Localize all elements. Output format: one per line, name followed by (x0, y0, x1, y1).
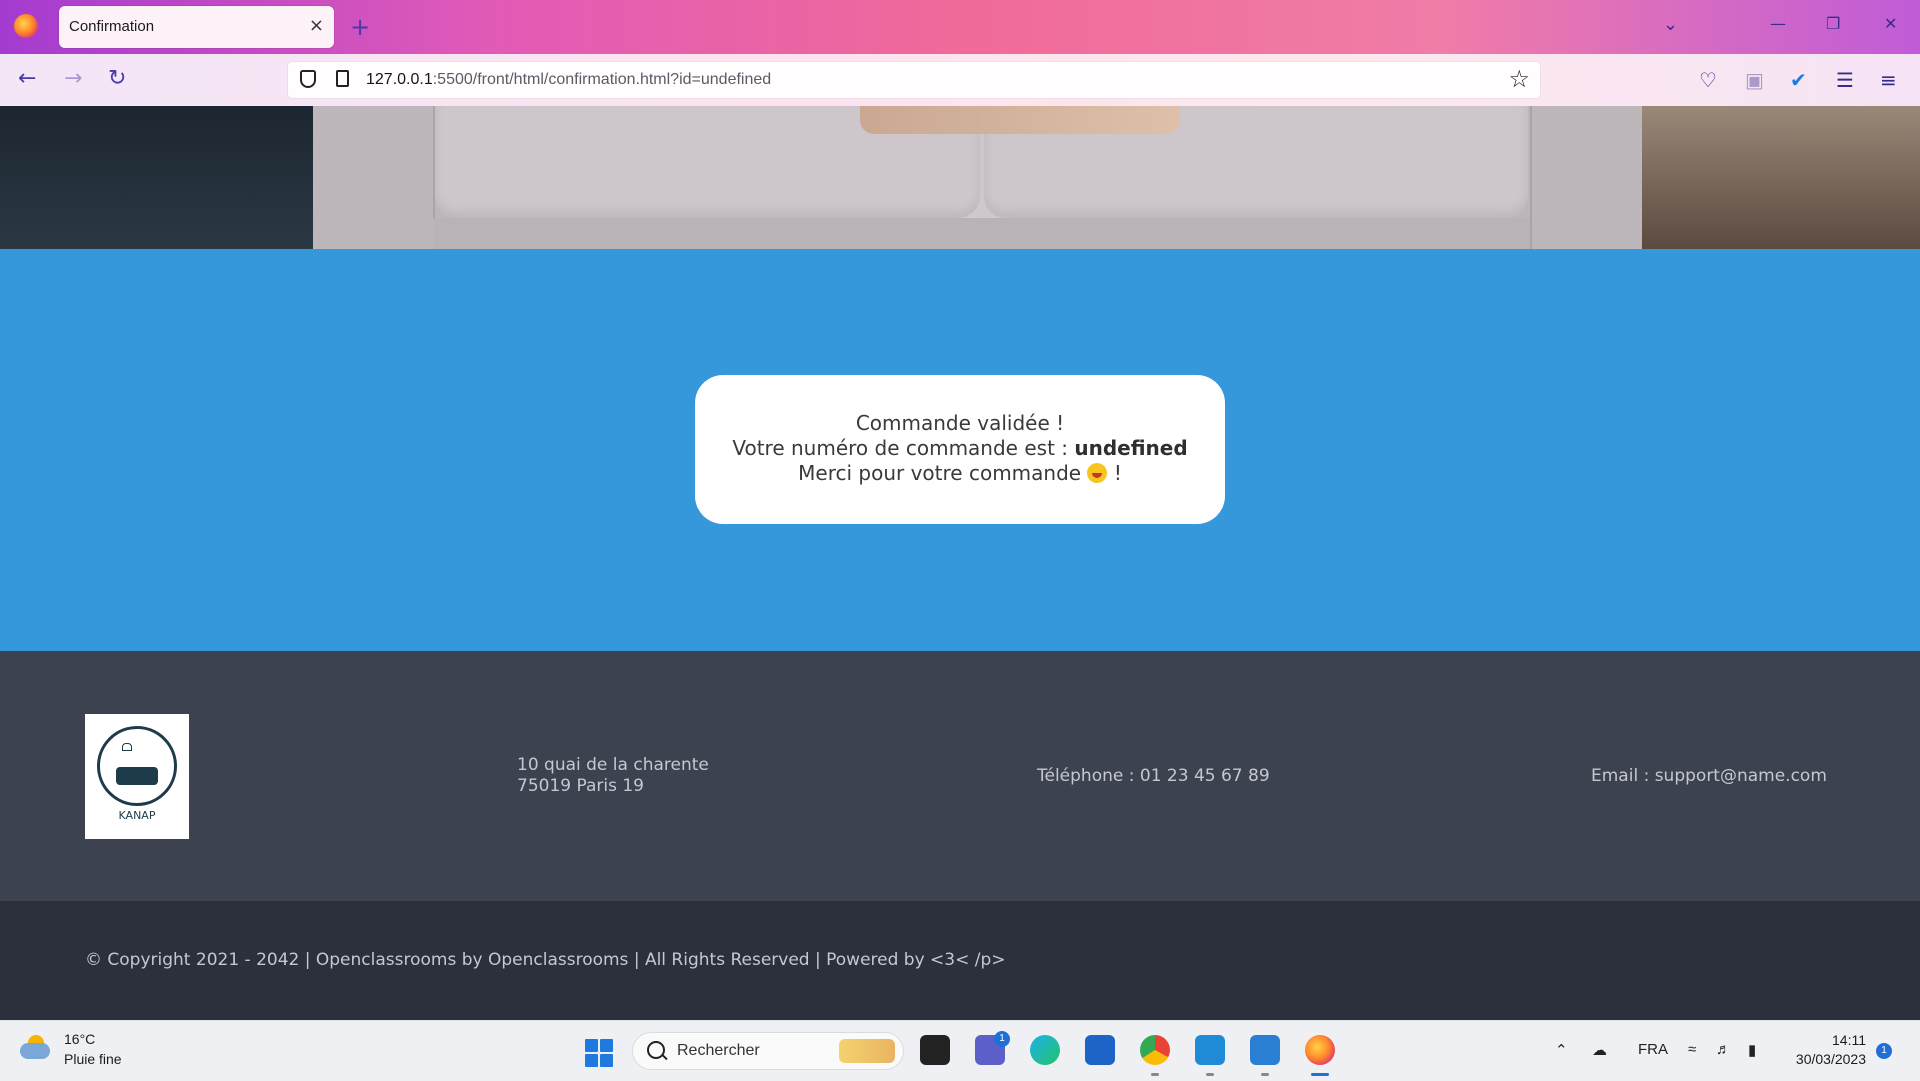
footer-contact: KANAP 10 quai de la charente 75019 Paris… (0, 651, 1920, 901)
onedrive-cloud-icon[interactable]: ☁ (1592, 1041, 1607, 1059)
clock-time[interactable]: 14:11 (1832, 1032, 1866, 1048)
hero-wood-floor (1640, 106, 1920, 249)
forward-arrow-icon[interactable]: → (64, 66, 82, 91)
windows-start-icon[interactable] (585, 1039, 613, 1067)
clock-date[interactable]: 30/03/2023 (1796, 1051, 1866, 1067)
sofa-arm-left (313, 106, 435, 249)
tracking-protection-shield-icon[interactable] (300, 70, 316, 88)
sofa-base (433, 218, 1530, 249)
footer-email[interactable]: Email : support@name.com (1591, 766, 1827, 787)
lamp-icon (122, 743, 132, 751)
back-arrow-icon[interactable]: ← (18, 66, 36, 91)
minimize-icon[interactable]: — (1770, 14, 1786, 33)
store-icon[interactable] (1085, 1035, 1115, 1065)
browser-nav-bar: ← → ↻ 127.0.0.1:5500/front/html/confirma… (0, 54, 1920, 106)
url-path: :5500/front/html/confirmation.html?id=un… (432, 71, 772, 88)
footer-address: 10 quai de la charente 75019 Paris 19 (517, 755, 709, 797)
order-id-value: undefined (1074, 436, 1188, 460)
edge-icon[interactable] (1030, 1035, 1060, 1065)
page-info-icon[interactable] (336, 70, 349, 87)
restore-icon[interactable]: ❐ (1826, 14, 1840, 33)
wifi-icon[interactable]: ≈ (1688, 1041, 1696, 1058)
battery-icon[interactable]: ▮ (1748, 1041, 1756, 1059)
confirmation-card: Commande validée ! Votre numéro de comma… (695, 375, 1225, 524)
url-text[interactable]: 127.0.0.1:5500/front/html/confirmation.h… (366, 71, 771, 89)
reload-icon[interactable]: ↻ (108, 66, 126, 91)
volume-icon[interactable]: ♬ (1716, 1041, 1731, 1058)
show-hidden-icons-chevron-icon[interactable]: ⌃ (1555, 1041, 1568, 1059)
search-placeholder: Rechercher (677, 1042, 760, 1059)
kanap-logo[interactable]: KANAP (85, 714, 189, 839)
tab-title: Confirmation (69, 18, 155, 35)
weather-description[interactable]: Pluie fine (64, 1051, 122, 1067)
confirmation-section: Commande validée ! Votre numéro de comma… (0, 249, 1920, 651)
new-tab-button[interactable]: + (350, 12, 370, 42)
url-host: 127.0.0.1 (366, 71, 433, 88)
notepad-icon[interactable] (1250, 1035, 1280, 1065)
taskbar-search[interactable]: Rechercher (632, 1032, 904, 1070)
extension-check-icon[interactable]: ✔ (1790, 68, 1807, 92)
chrome-icon[interactable] (1140, 1035, 1170, 1065)
firefox-taskbar-icon[interactable] (1305, 1035, 1335, 1065)
extension-box-icon[interactable]: ▣ (1745, 68, 1764, 92)
order-id-label: Votre numéro de commande est : (732, 436, 1075, 460)
confirmation-title: Commande validée ! (855, 411, 1065, 435)
logo-circle-icon (97, 726, 177, 806)
hero-banner-image (0, 106, 1920, 249)
logo-text: KANAP (118, 809, 156, 822)
address-line-1: 10 quai de la charente (517, 755, 709, 775)
sofa-arm-right (1530, 106, 1642, 249)
address-line-2: 75019 Paris 19 (517, 776, 644, 796)
thanks-line: Merci pour votre commande ! (695, 461, 1225, 486)
search-icon (647, 1041, 665, 1059)
tab-close-icon[interactable]: × (309, 15, 324, 36)
menu-hamburger-icon[interactable]: ≡ (1880, 68, 1897, 92)
footer-phone: Téléphone : 01 23 45 67 89 (1037, 766, 1270, 786)
sofa-icon (116, 767, 158, 785)
pocket-icon[interactable]: ♡ (1699, 68, 1717, 92)
vscode-icon[interactable] (1195, 1035, 1225, 1065)
windows-taskbar: 16°C Pluie fine Rechercher 1 ⌃ ☁ FRA ≈ ♬… (0, 1020, 1920, 1081)
hero-dark-wall (0, 106, 313, 249)
search-highlight-icon (839, 1039, 895, 1063)
person-feet (860, 106, 1180, 134)
weather-icon[interactable] (20, 1035, 50, 1061)
smiley-emoji-icon (1087, 463, 1108, 483)
tab-confirmation[interactable]: Confirmation × (59, 6, 334, 48)
language-indicator[interactable]: FRA (1638, 1041, 1668, 1058)
order-id-line: Votre numéro de commande est : undefined (695, 436, 1225, 461)
thanks-exclamation: ! (1113, 461, 1122, 485)
browser-tab-bar: Confirmation × + ⌄ — ❐ ✕ (0, 0, 1920, 54)
close-window-icon[interactable]: ✕ (1884, 14, 1897, 33)
teams-badge: 1 (994, 1031, 1010, 1047)
bookmark-star-icon[interactable]: ☆ (1508, 65, 1530, 93)
weather-temperature[interactable]: 16°C (64, 1031, 95, 1047)
address-bar[interactable]: 127.0.0.1:5500/front/html/confirmation.h… (288, 62, 1540, 98)
notification-badge[interactable]: 1 (1876, 1043, 1892, 1059)
copyright-text: © Copyright 2021 - 2042 | Openclassrooms… (85, 950, 1006, 970)
extensions-puzzle-icon[interactable]: ☰ (1836, 68, 1854, 92)
firefox-logo-icon[interactable] (14, 14, 38, 38)
footer-copyright-bar: © Copyright 2021 - 2042 | Openclassrooms… (0, 901, 1920, 1020)
thanks-text: Merci pour votre commande (798, 461, 1082, 485)
task-view-icon[interactable] (920, 1035, 950, 1065)
list-all-tabs-chevron-icon[interactable]: ⌄ (1663, 14, 1678, 35)
